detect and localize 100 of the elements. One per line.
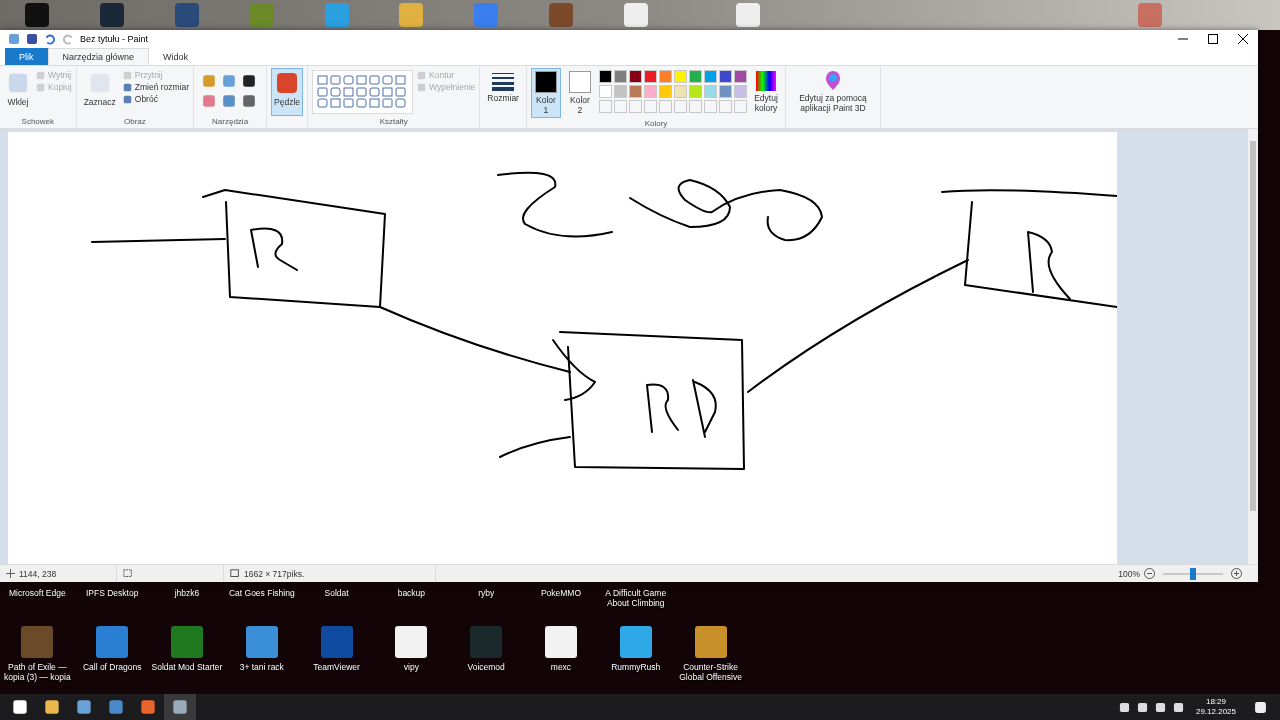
- desktop-shortcut-icon[interactable]: [619, 626, 652, 658]
- tool-icon: [222, 74, 237, 88]
- palette-swatch[interactable]: [703, 70, 717, 83]
- color-slot-button[interactable]: Kolor 2: [564, 68, 595, 118]
- shape-icon[interactable]: [330, 75, 342, 85]
- shape-icon[interactable]: [343, 98, 355, 109]
- palette-swatch[interactable]: [673, 85, 687, 98]
- shape-icon[interactable]: [317, 86, 329, 97]
- palette-swatch[interactable]: [718, 85, 732, 98]
- tool-icon: [202, 74, 217, 88]
- shortcut-label[interactable]: jhbzk6: [174, 588, 200, 598]
- shortcut-label[interactable]: Soldat: [324, 588, 349, 598]
- shortcut-label[interactable]: vipy: [403, 662, 419, 672]
- shortcut-label[interactable]: ryby: [478, 588, 495, 598]
- shortcut-label[interactable]: mexc: [550, 662, 572, 672]
- ribbon-tab[interactable]: Narzędzia główne: [47, 48, 150, 65]
- shortcut-label[interactable]: Microsoft Edge: [9, 588, 66, 598]
- shape-icon[interactable]: [330, 86, 342, 97]
- ribbon-button[interactable]: Zaznacz: [80, 68, 119, 116]
- ribbon-tab[interactable]: Widok: [149, 48, 203, 65]
- shortcut-label[interactable]: backup: [397, 588, 426, 598]
- line-width-icon: [492, 71, 515, 91]
- color-slot-button[interactable]: Kolor 1: [530, 68, 561, 118]
- palette-swatch[interactable]: [688, 85, 702, 98]
- palette-swatch[interactable]: [658, 70, 672, 83]
- shortcut-label[interactable]: IPFS Desktop: [85, 588, 139, 598]
- group-label: Schowek: [20, 116, 56, 128]
- tool-icon: [222, 94, 237, 108]
- shape-icon[interactable]: [343, 75, 355, 85]
- desktop-shortcut-icon[interactable]: [694, 626, 727, 658]
- shape-icon[interactable]: [356, 98, 368, 109]
- palette-swatch[interactable]: [643, 70, 657, 83]
- group-label: Kształty: [378, 116, 409, 128]
- shortcut-label[interactable]: TeamViewer: [313, 662, 360, 672]
- shape-icon[interactable]: [395, 98, 407, 109]
- ribbon-button[interactable]: Pędzle: [271, 68, 304, 116]
- canvas-size: 1662 × 717piks.: [244, 568, 305, 579]
- save-icon: [26, 33, 38, 45]
- window-title: Bez tytułu - Paint: [80, 34, 149, 44]
- desktop-shortcut-icon[interactable]: [544, 626, 577, 658]
- vertical-scrollbar[interactable]: [1248, 129, 1258, 564]
- shape-icon[interactable]: [369, 98, 381, 109]
- ribbon-small-button[interactable]: Zmień rozmiar: [122, 82, 190, 92]
- group-label: Obraz: [122, 116, 147, 128]
- color-spectrum-icon: [755, 71, 776, 91]
- palette-swatch[interactable]: [718, 70, 732, 83]
- shortcut-label[interactable]: PokeMMO: [540, 588, 582, 598]
- desktop-shortcut-icon[interactable]: [245, 626, 278, 658]
- shapes-gallery[interactable]: [312, 70, 414, 114]
- palette-swatch[interactable]: [613, 85, 627, 98]
- palette-swatch[interactable]: [613, 70, 627, 83]
- zoom-level: 100%: [1118, 568, 1140, 579]
- shape-icon[interactable]: [395, 86, 407, 97]
- palette-swatch[interactable]: [598, 70, 612, 83]
- shortcut-label[interactable]: A Difficult Game About Climbing: [598, 588, 673, 608]
- palette-swatch[interactable]: [628, 85, 642, 98]
- shortcut-label[interactable]: Counter-Strike Global Offensive: [673, 662, 748, 682]
- shape-icon[interactable]: [317, 75, 329, 85]
- undo-icon: [44, 33, 56, 45]
- selection-icon: [123, 568, 133, 579]
- palette-swatch[interactable]: [733, 85, 747, 98]
- shortcut-label[interactable]: Path of Exile — kopia (3) — kopia: [0, 662, 75, 682]
- shape-icon[interactable]: [369, 75, 381, 85]
- ribbon-button[interactable]: Rozmiar: [484, 68, 522, 116]
- palette-swatch[interactable]: [703, 85, 717, 98]
- shape-icon[interactable]: [369, 86, 381, 97]
- shape-icon[interactable]: [382, 86, 394, 97]
- palette-swatch[interactable]: [688, 70, 702, 83]
- shape-icon[interactable]: [382, 75, 394, 85]
- shortcut-label[interactable]: 3+ tani rack: [239, 662, 284, 672]
- ribbon-button[interactable]: Edytuj za pomocą aplikacji Paint 3D: [789, 68, 876, 116]
- shape-icon[interactable]: [343, 86, 355, 97]
- shape-icon[interactable]: [356, 75, 368, 85]
- app-icon: [76, 699, 92, 715]
- maximize-icon: [1208, 34, 1218, 44]
- shortcut-label[interactable]: Cat Goes Fishing: [228, 588, 295, 598]
- tool-icon: [7, 71, 29, 95]
- shape-icon[interactable]: [330, 98, 342, 109]
- palette-swatch[interactable]: [598, 85, 612, 98]
- shortcut-label[interactable]: Call of Dragons: [82, 662, 142, 672]
- shortcut-label[interactable]: RummyRush: [611, 662, 661, 672]
- palette-swatch[interactable]: [733, 70, 747, 83]
- shape-icon[interactable]: [382, 98, 394, 109]
- palette-swatch[interactable]: [673, 70, 687, 83]
- clock[interactable]: 18:29 29.12.2025: [1187, 697, 1244, 717]
- shortcut-label[interactable]: Voicemod: [467, 662, 505, 672]
- shape-icon[interactable]: [317, 98, 329, 109]
- palette-swatch[interactable]: [658, 85, 672, 98]
- shape-icon[interactable]: [395, 75, 407, 85]
- file-menu-tab[interactable]: Plik: [5, 48, 48, 65]
- ribbon-button[interactable]: Edytuj kolory: [750, 68, 781, 118]
- shape-icon[interactable]: [356, 86, 368, 97]
- desktop-shortcut-icon[interactable]: [395, 626, 428, 658]
- palette-swatch[interactable]: [628, 70, 642, 83]
- ribbon-button[interactable]: Wklej: [4, 68, 32, 116]
- group-label: Kolory: [643, 118, 669, 130]
- shortcut-label[interactable]: Soldat Mod Starter: [151, 662, 223, 672]
- ribbon-small-button[interactable]: Obróć: [122, 94, 190, 104]
- palette-swatch[interactable]: [643, 85, 657, 98]
- close-icon: [1238, 34, 1248, 44]
